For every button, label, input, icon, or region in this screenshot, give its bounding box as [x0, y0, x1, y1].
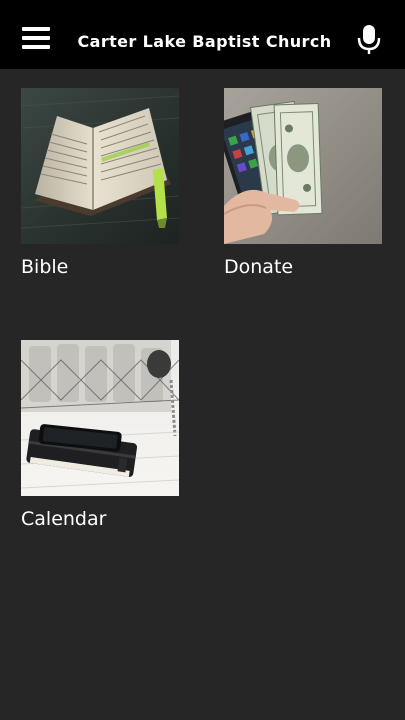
donate-image[interactable] [224, 88, 382, 244]
microphone-icon[interactable] [357, 24, 381, 56]
tile-label: Donate [224, 256, 294, 278]
tile-donate[interactable]: Donate [224, 88, 382, 288]
calendar-image[interactable] [21, 340, 179, 496]
hamburger-menu-icon[interactable] [22, 27, 50, 52]
tile-calendar[interactable]: Calendar [21, 340, 179, 540]
tile-label: Bible [21, 256, 69, 278]
app-header: Carter Lake Baptist Church [0, 0, 405, 69]
bible-image[interactable] [21, 88, 179, 244]
tile-bible[interactable]: Bible [21, 88, 179, 288]
tile-label: Calendar [21, 508, 107, 530]
app-title: Carter Lake Baptist Church [77, 32, 332, 51]
